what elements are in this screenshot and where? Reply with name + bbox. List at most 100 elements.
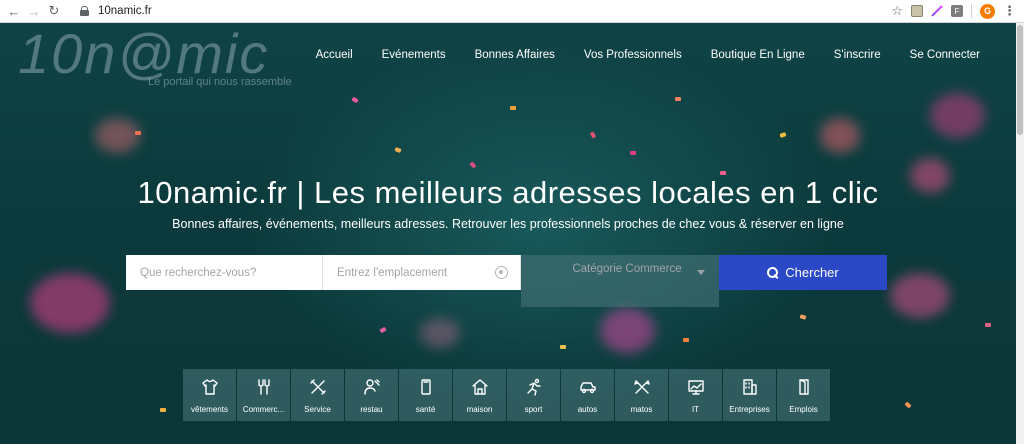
menu-icon[interactable]: ⋮: [1003, 3, 1016, 19]
confetti-decoration: [779, 132, 787, 138]
category-label: maison: [466, 405, 493, 414]
wrench-icon: [632, 377, 652, 397]
nav-link-inscrire[interactable]: S'inscrire: [834, 49, 881, 61]
category-label: autos: [577, 405, 598, 414]
geolocate-icon[interactable]: [495, 266, 508, 279]
category-tile-maison[interactable]: maison: [453, 369, 506, 421]
confetti-decoration: [985, 323, 991, 327]
site-logo[interactable]: 10n@mic Le portail qui nous rassemble: [18, 23, 292, 88]
bokeh-decoration: [820, 118, 860, 153]
confetti-decoration: [394, 147, 402, 153]
bokeh-decoration: [600, 308, 655, 353]
location-input[interactable]: Entrez l'emplacement: [323, 255, 521, 290]
bokeh-decoration: [30, 273, 110, 333]
chef-icon: [362, 377, 382, 397]
category-label: matos: [630, 405, 653, 414]
car-icon: [578, 377, 598, 397]
category-label: IT: [691, 405, 700, 414]
page-subtitle: Bonnes affaires, événements, meilleurs a…: [172, 217, 844, 231]
category-label: Commerc...: [242, 405, 285, 414]
category-label: Entreprises: [729, 405, 770, 414]
confetti-decoration: [510, 106, 516, 110]
confetti-decoration: [675, 97, 681, 101]
building-icon: [740, 377, 760, 397]
confetti-decoration: [469, 161, 477, 169]
toolbar-divider: [971, 4, 972, 18]
address-bar[interactable]: 10namic.fr: [74, 2, 864, 20]
category-select[interactable]: Catégorie Commerce: [521, 255, 719, 307]
url-text[interactable]: 10namic.fr: [98, 5, 152, 17]
bokeh-decoration: [890, 273, 950, 318]
bokeh-decoration: [95, 118, 140, 153]
confetti-decoration: [904, 401, 912, 409]
category-tile-sante[interactable]: santé: [399, 369, 452, 421]
category-tile-sport[interactable]: sport: [507, 369, 560, 421]
nav-link-boutique[interactable]: Boutique En Ligne: [711, 49, 805, 61]
confetti-decoration: [135, 131, 141, 135]
search-form: Que recherchez-vous? Entrez l'emplacemen…: [126, 255, 887, 307]
confetti-decoration: [799, 314, 807, 320]
category-label: sport: [524, 405, 543, 414]
search-button-label: Chercher: [785, 265, 839, 280]
category-tile-it[interactable]: IT: [669, 369, 722, 421]
nav-link-evenements[interactable]: Evénements: [382, 49, 446, 61]
tools-icon: [308, 377, 328, 397]
tshirt-icon: [200, 377, 220, 397]
category-tile-service[interactable]: Service: [291, 369, 344, 421]
extension-f-icon[interactable]: F: [951, 5, 963, 17]
search-input-placeholder: Que recherchez-vous?: [140, 266, 257, 279]
category-tile-matos[interactable]: matos: [615, 369, 668, 421]
hero-section: 10n@mic Le portail qui nous rassemble Ac…: [0, 23, 1016, 444]
search-input[interactable]: Que recherchez-vous?: [126, 255, 323, 290]
nav-link-bonnes-affaires[interactable]: Bonnes Affaires: [475, 49, 555, 61]
category-label: vêtements: [191, 405, 228, 414]
main-nav: Accueil Evénements Bonnes Affaires Vos P…: [316, 49, 980, 61]
confetti-decoration: [589, 131, 597, 139]
nav-link-vos-professionnels[interactable]: Vos Professionnels: [584, 49, 682, 61]
category-label: Service: [304, 405, 331, 414]
extension-notes-icon[interactable]: [911, 5, 923, 17]
chevron-down-icon: [697, 270, 705, 275]
runner-icon: [524, 377, 544, 397]
page-title: 10namic.fr | Les meilleurs adresses loca…: [137, 175, 879, 210]
logo-tagline: Le portail qui nous rassemble: [148, 76, 292, 88]
category-label: Emplois: [789, 405, 818, 414]
category-tile-emplois[interactable]: Emplois: [777, 369, 830, 421]
category-label: santé: [415, 405, 436, 414]
browser-toolbar: ← → ↻ 10namic.fr ☆ F G ⋮: [0, 0, 1024, 23]
category-select-value: Catégorie Commerce: [572, 263, 682, 275]
nav-link-connecter[interactable]: Se Connecter: [910, 49, 980, 61]
extension-pen-icon[interactable]: [931, 5, 943, 17]
monitor-icon: [686, 377, 706, 397]
category-bar: vêtements Commerc... Service restau sant…: [183, 369, 830, 421]
search-button[interactable]: Chercher: [719, 255, 887, 290]
nav-link-accueil[interactable]: Accueil: [316, 49, 353, 61]
category-tile-commerce[interactable]: Commerc...: [237, 369, 290, 421]
reload-icon[interactable]: ↻: [44, 1, 64, 21]
confetti-decoration: [683, 338, 689, 342]
phone-icon: [416, 377, 436, 397]
bokeh-decoration: [930, 93, 985, 138]
category-tile-restau[interactable]: restau: [345, 369, 398, 421]
forward-icon[interactable]: →: [24, 1, 44, 21]
back-icon[interactable]: ←: [4, 1, 24, 21]
confetti-decoration: [351, 96, 359, 104]
scrollbar-thumb[interactable]: [1017, 25, 1023, 135]
confetti-decoration: [160, 408, 166, 412]
bookmark-star-icon[interactable]: ☆: [891, 3, 903, 19]
category-label: restau: [360, 405, 383, 414]
page-scrollbar[interactable]: [1016, 23, 1024, 444]
profile-avatar[interactable]: G: [980, 3, 995, 19]
confetti-decoration: [630, 151, 636, 155]
house-icon: [470, 377, 490, 397]
confetti-decoration: [560, 345, 566, 349]
search-icon: [767, 267, 779, 278]
category-tile-vetements[interactable]: vêtements: [183, 369, 236, 421]
door-icon: [794, 377, 814, 397]
shop-icon: [254, 377, 274, 397]
bokeh-decoration: [420, 318, 460, 348]
lock-icon: [80, 6, 89, 16]
category-tile-entreprises[interactable]: Entreprises: [723, 369, 776, 421]
category-tile-autos[interactable]: autos: [561, 369, 614, 421]
location-input-placeholder: Entrez l'emplacement: [337, 266, 448, 279]
